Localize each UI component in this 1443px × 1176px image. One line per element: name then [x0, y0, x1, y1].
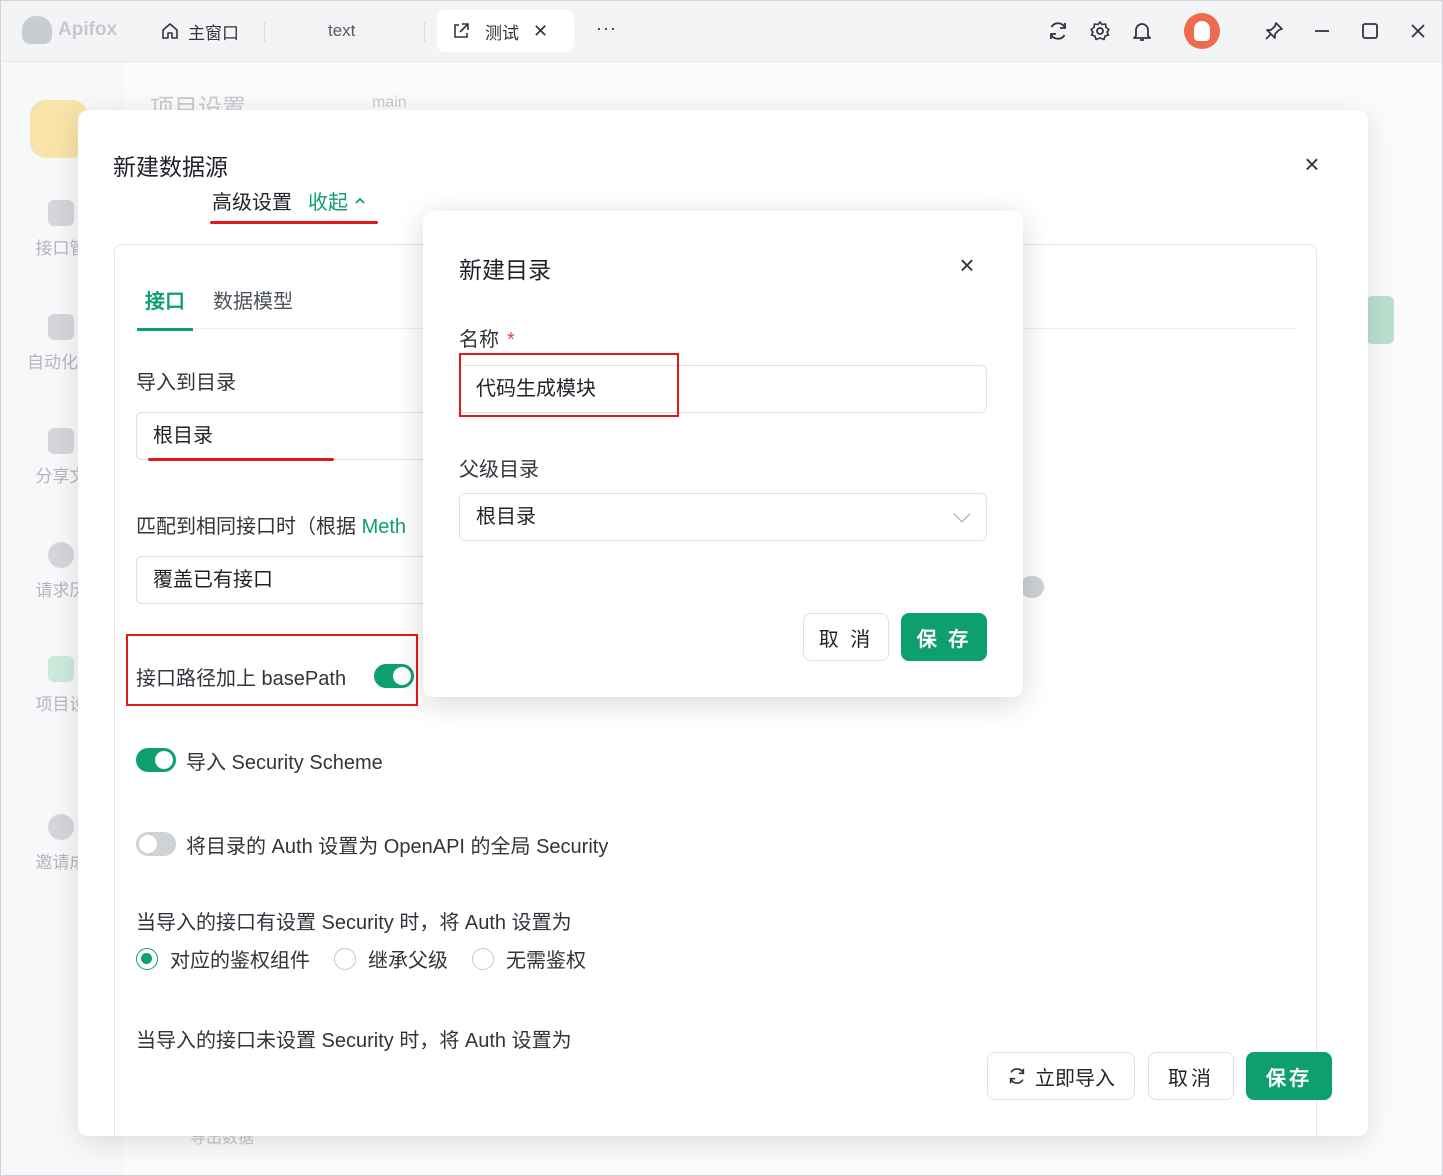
external-link-icon — [454, 23, 469, 38]
gear-icon[interactable] — [1088, 19, 1112, 43]
radio-option[interactable]: 无需鉴权 — [472, 944, 586, 973]
more-tabs-button[interactable]: ··· — [596, 18, 617, 39]
dialog-close-icon[interactable]: × — [953, 251, 981, 279]
required-mark: * — [507, 329, 515, 351]
tab-label: 测试 — [485, 23, 519, 43]
tab-interface[interactable]: 接口 — [137, 285, 193, 331]
parent-dir-label: 父级目录 — [459, 459, 539, 481]
annotation-underline — [148, 458, 334, 461]
chevron-up-icon — [355, 197, 365, 204]
title-bar: Apifox 主窗口 text 测试 ✕ ··· — [0, 0, 1443, 62]
minimize-icon[interactable] — [1310, 19, 1334, 43]
radio-button[interactable] — [136, 947, 158, 970]
advanced-settings-row: 高级设置 收起 — [212, 186, 366, 215]
security-radio-group: 对应的鉴权组件 继承父级 无需鉴权 — [136, 944, 610, 973]
home-icon — [162, 23, 178, 39]
chevron-down-icon — [953, 505, 971, 523]
radio-option[interactable]: 继承父级 — [334, 944, 448, 973]
security-unset-label: 当导入的接口未设置 Security 时，将 Auth 设置为 — [136, 1030, 572, 1052]
tab-label: text — [328, 21, 356, 40]
pin-icon[interactable] — [1262, 19, 1286, 43]
dialog-cancel-button[interactable]: 取 消 — [803, 613, 889, 661]
dialog-title: 新建目录 — [459, 257, 551, 283]
radio-button[interactable] — [472, 947, 494, 970]
tab-divider — [424, 22, 425, 42]
apifox-logo-icon — [22, 16, 52, 44]
security-scheme-switch[interactable] — [136, 748, 176, 772]
radio-option[interactable]: 对应的鉴权组件 — [136, 944, 310, 973]
tab-main-window[interactable]: 主窗口 — [160, 10, 239, 52]
annotation-box — [126, 634, 418, 706]
auth-global-label: 将目录的 Auth 设置为 OpenAPI 的全局 Security — [186, 836, 609, 858]
import-now-button[interactable]: 立即导入 — [987, 1052, 1135, 1100]
app-logo: Apifox — [22, 16, 117, 44]
refresh-icon — [1009, 1068, 1025, 1084]
annotation-underline — [210, 221, 378, 224]
tab-close-icon[interactable]: ✕ — [533, 21, 548, 42]
bg-create-button — [1366, 296, 1394, 344]
collapse-toggle[interactable]: 收起 — [308, 186, 366, 215]
dialog-save-button[interactable]: 保 存 — [901, 613, 987, 661]
tab-data-model[interactable]: 数据模型 — [213, 285, 293, 328]
radio-button[interactable] — [334, 947, 356, 970]
parent-dir-select[interactable]: 根目录 — [459, 493, 987, 541]
collapse-label: 收起 — [308, 192, 348, 214]
name-label: 名称 * — [459, 329, 515, 351]
tab-text[interactable]: text — [328, 10, 355, 52]
background-switch — [1020, 576, 1044, 598]
cancel-button[interactable]: 取消 — [1148, 1052, 1234, 1100]
tab-label: 主窗口 — [188, 23, 239, 43]
avatar[interactable] — [1184, 13, 1220, 49]
modal-title: 新建数据源 — [113, 154, 228, 180]
security-scheme-label: 导入 Security Scheme — [186, 752, 383, 774]
annotation-box — [459, 353, 679, 417]
bell-icon[interactable] — [1130, 19, 1154, 43]
close-icon[interactable] — [1406, 19, 1430, 43]
auth-global-switch[interactable] — [136, 832, 176, 856]
import-dir-label: 导入到目录 — [136, 372, 236, 394]
save-button[interactable]: 保存 — [1246, 1052, 1332, 1100]
tab-divider — [264, 22, 265, 42]
app-name: Apifox — [58, 19, 118, 40]
match-label: 匹配到相同接口时（根据 Meth — [136, 516, 407, 538]
maximize-icon[interactable] — [1358, 19, 1382, 43]
advanced-settings-label: 高级设置 — [212, 192, 292, 214]
tab-test[interactable]: 测试 ✕ — [437, 10, 574, 52]
new-directory-dialog: 新建目录 × 名称 * 代码生成模块 父级目录 根目录 取 消 保 存 — [423, 211, 1023, 697]
security-set-label: 当导入的接口有设置 Security 时，将 Auth 设置为 — [136, 912, 572, 934]
modal-close-icon[interactable]: × — [1298, 150, 1326, 178]
refresh-icon[interactable] — [1046, 19, 1070, 43]
